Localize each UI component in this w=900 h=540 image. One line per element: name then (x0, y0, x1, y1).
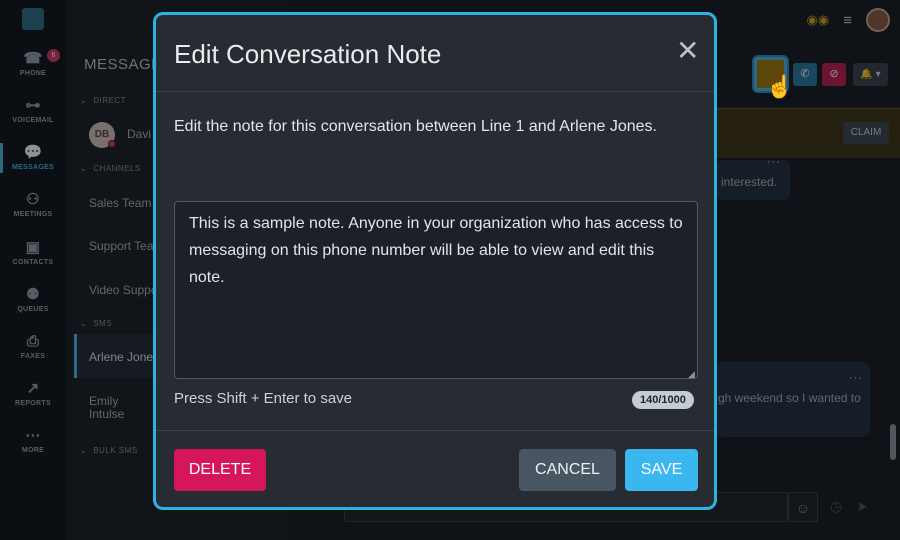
cancel-button[interactable]: CANCEL (519, 449, 616, 491)
note-textarea[interactable]: This is a sample note. Anyone in your or… (174, 201, 698, 379)
modal-description: Edit the note for this conversation betw… (174, 118, 657, 135)
modal-divider (156, 430, 714, 431)
modal-header: Edit Conversation Note ✕ (156, 15, 714, 92)
hand-cursor-icon: ☝ (766, 74, 794, 99)
character-counter: 140/1000 (632, 391, 694, 409)
modal-title: Edit Conversation Note (174, 39, 442, 69)
delete-button[interactable]: DELETE (174, 449, 266, 491)
resize-handle-icon[interactable]: ◢ (688, 369, 695, 380)
save-hint: Press Shift + Enter to save (174, 390, 353, 407)
edit-note-modal: Edit Conversation Note ✕ Edit the note f… (153, 12, 717, 510)
save-button[interactable]: SAVE (625, 449, 698, 491)
close-icon[interactable]: ✕ (676, 37, 699, 65)
